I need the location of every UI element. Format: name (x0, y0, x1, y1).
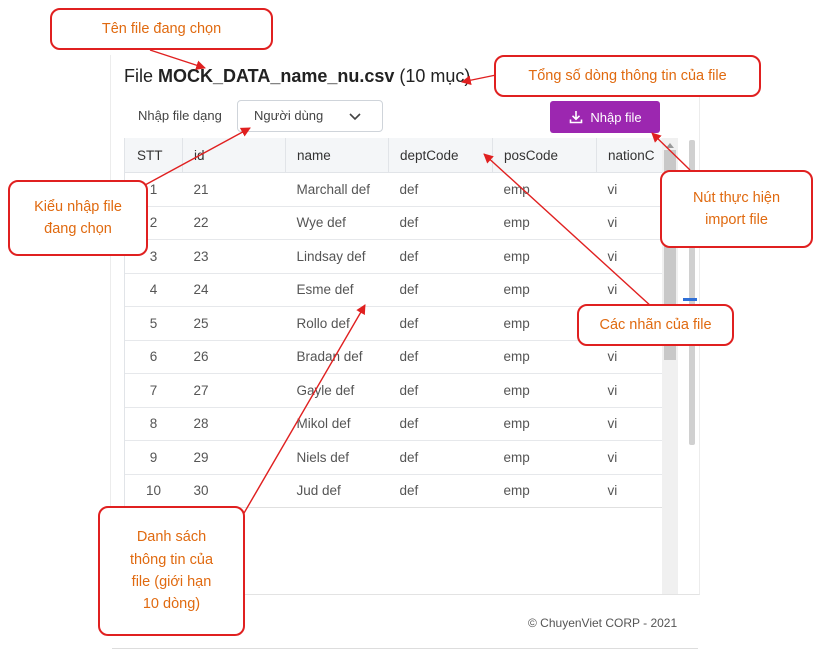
table-cell: Bradan def (285, 339, 389, 374)
table-cell: def (388, 172, 493, 207)
table-cell: emp (492, 272, 597, 307)
table-row[interactable]: 10 30 Jud def def emp vi (124, 473, 662, 508)
table-cell: Marchall def (285, 172, 389, 207)
table-cell: 25 (182, 306, 286, 341)
table-cell: vi (596, 272, 662, 307)
scroll-up-arrow-icon[interactable] (666, 143, 674, 148)
import-type-label: Nhập file dạng (138, 108, 222, 123)
table-cell: Niels def (285, 440, 389, 475)
table-cell: def (388, 205, 493, 240)
table-cell: vi (596, 406, 662, 441)
table-cell: Rollo def (285, 306, 389, 341)
table-cell: 23 (182, 239, 286, 274)
copyright-footer: © ChuyenViet CORP - 2021 (528, 616, 678, 630)
table-cell: emp (492, 373, 597, 408)
table-cell: Lindsay def (285, 239, 389, 274)
table-cell: 10 (124, 473, 183, 508)
table-cell: def (388, 239, 493, 274)
table-row[interactable]: 4 24 Esme def def emp vi (124, 272, 662, 307)
table-cell: vi (596, 172, 662, 207)
table-cell: def (388, 440, 493, 475)
import-file-label: Nhập file (590, 109, 642, 125)
import-type-select[interactable]: Người dùng (237, 100, 383, 132)
column-header-poscode[interactable]: posCode (492, 138, 597, 173)
table-row[interactable]: 3 23 Lindsay def def emp vi (124, 239, 662, 274)
table-cell: Mikol def (285, 406, 389, 441)
table-row[interactable]: 8 28 Mikol def def emp vi (124, 406, 662, 441)
callout-list: Danh sách thông tin của file (giới hạn 1… (98, 506, 245, 636)
table-cell: emp (492, 239, 597, 274)
column-header-name[interactable]: name (285, 138, 389, 173)
table-cell: emp (492, 440, 597, 475)
table-cell: 7 (124, 373, 183, 408)
table-cell: 21 (182, 172, 286, 207)
callout-import-type: Kiểu nhập file đang chọn (8, 180, 148, 256)
table-cell: Gayle def (285, 373, 389, 408)
table-cell: vi (596, 373, 662, 408)
table-row[interactable]: 6 26 Bradan def def emp vi (124, 339, 662, 374)
column-header-stt[interactable]: STT (124, 138, 183, 173)
download-icon (570, 111, 583, 124)
table-cell: emp (492, 339, 597, 374)
page-scrollbar-marker (683, 298, 697, 301)
table-cell: emp (492, 205, 597, 240)
callout-labels: Các nhãn của file (577, 304, 734, 346)
table-row[interactable]: 9 29 Niels def def emp vi (124, 440, 662, 475)
table-cell: vi (596, 440, 662, 475)
table-cell: def (388, 306, 493, 341)
table-row[interactable]: 1 21 Marchall def def emp vi (124, 172, 662, 207)
table-cell: vi (596, 239, 662, 274)
table-cell: 22 (182, 205, 286, 240)
table-row[interactable]: 7 27 Gayle def def emp vi (124, 373, 662, 408)
table-cell: vi (596, 473, 662, 508)
table-cell: emp (492, 473, 597, 508)
column-header-id[interactable]: id (182, 138, 286, 173)
table-cell: 8 (124, 406, 183, 441)
table-cell: emp (492, 172, 597, 207)
table-cell: Esme def (285, 272, 389, 307)
file-title: File MOCK_DATA_name_nu.csv (10 mục) (124, 66, 470, 87)
table-cell: def (388, 406, 493, 441)
table-cell: def (388, 272, 493, 307)
table-cell: Jud def (285, 473, 389, 508)
table-cell: 5 (124, 306, 183, 341)
import-type-value: Người dùng (254, 108, 324, 123)
table-header-row: STT id name deptCode posCode nationC (124, 138, 662, 173)
file-title-prefix: File (124, 66, 159, 86)
table-cell: 9 (124, 440, 183, 475)
table-cell: 30 (182, 473, 286, 508)
column-header-deptcode[interactable]: deptCode (388, 138, 493, 173)
row-count: (10 mục) (394, 66, 471, 86)
footer-divider (112, 648, 698, 649)
import-file-button[interactable]: Nhập file (550, 101, 660, 133)
table-cell: 26 (182, 339, 286, 374)
file-name: MOCK_DATA_name_nu.csv (158, 66, 395, 86)
table-row[interactable]: 2 22 Wye def def emp vi (124, 205, 662, 240)
table-cell: 6 (124, 339, 183, 374)
table-cell: def (388, 373, 493, 408)
table-cell: emp (492, 406, 597, 441)
table-cell: def (388, 473, 493, 508)
table-cell: 28 (182, 406, 286, 441)
table-cell: def (388, 339, 493, 374)
chevron-down-icon (349, 113, 361, 121)
table-cell: 29 (182, 440, 286, 475)
column-header-nationc[interactable]: nationC (596, 138, 662, 173)
callout-filename: Tên file đang chọn (50, 8, 273, 50)
table-cell: Wye def (285, 205, 389, 240)
table-cell: vi (596, 205, 662, 240)
table-cell: 4 (124, 272, 183, 307)
table-cell: 24 (182, 272, 286, 307)
table-cell: 27 (182, 373, 286, 408)
callout-button: Nút thực hiện import file (660, 170, 813, 248)
callout-total: Tổng số dòng thông tin của file (494, 55, 761, 97)
